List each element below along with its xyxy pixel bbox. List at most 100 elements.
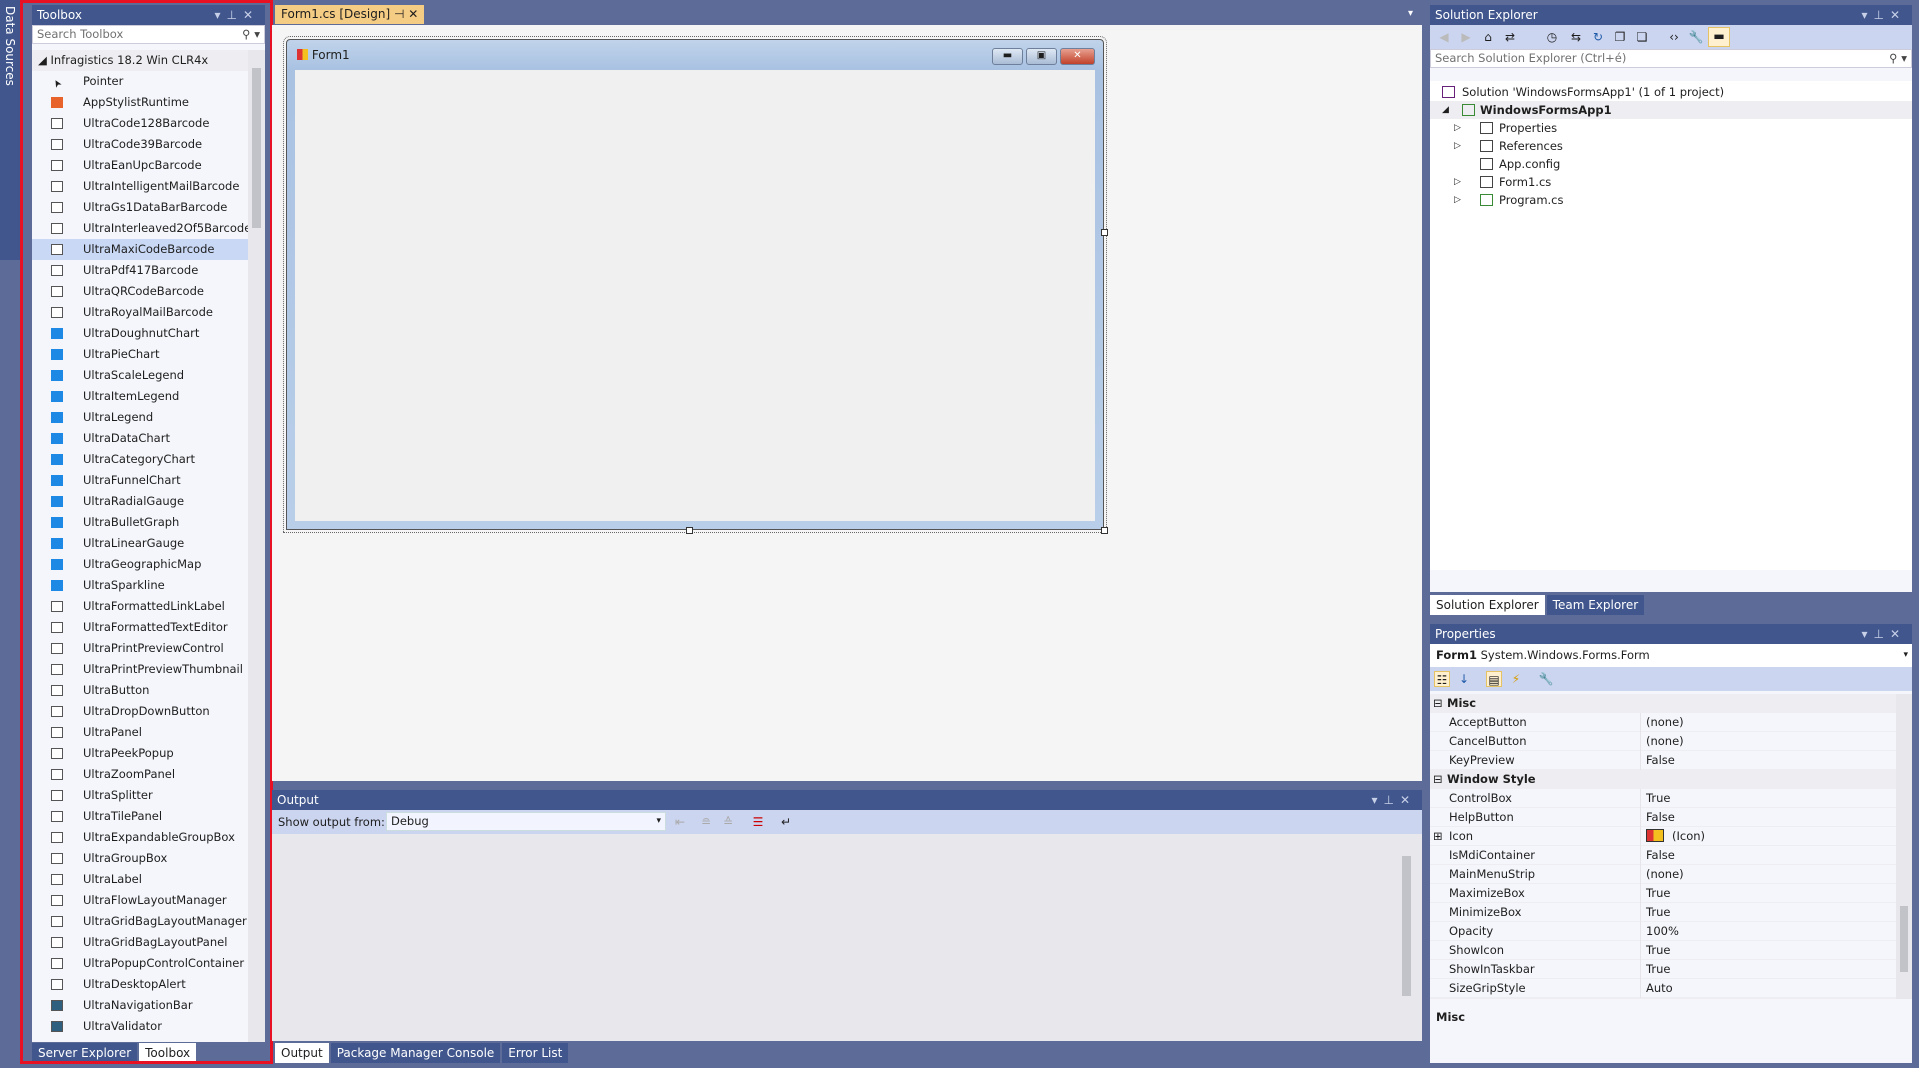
- collapsed-arrow-icon[interactable]: ▷: [1454, 173, 1461, 191]
- form-client-area[interactable]: [295, 70, 1095, 521]
- output-scrollbar[interactable]: [1400, 842, 1414, 1017]
- dropdown-icon[interactable]: ▾: [1861, 627, 1873, 641]
- tab-team-explorer[interactable]: Team Explorer: [1546, 595, 1645, 615]
- scroll-thumb[interactable]: [1402, 856, 1411, 996]
- property-value[interactable]: (none): [1640, 865, 1684, 884]
- property-value[interactable]: True: [1640, 789, 1670, 808]
- solution-search-input[interactable]: Search Solution Explorer (Ctrl+é) ⚲ ▾: [1430, 49, 1912, 68]
- scroll-thumb[interactable]: [1900, 906, 1908, 972]
- categorized-icon[interactable]: ☷: [1434, 671, 1450, 687]
- properties-view-icon[interactable]: ▤: [1486, 671, 1502, 687]
- output-source-select[interactable]: Debug ▾: [386, 812, 666, 831]
- collapsed-arrow-icon[interactable]: ▷: [1454, 137, 1461, 155]
- property-row[interactable]: ShowIcon True: [1430, 941, 1896, 960]
- expand-icon[interactable]: ⊞: [1433, 827, 1443, 846]
- property-row[interactable]: ControlBox True: [1430, 789, 1896, 808]
- property-row[interactable]: MinimizeBox True: [1430, 903, 1896, 922]
- preview-selected-icon[interactable]: ▬: [1708, 27, 1730, 47]
- property-row[interactable]: IsMdiContainer False: [1430, 846, 1896, 865]
- home-icon[interactable]: ⌂: [1480, 29, 1496, 45]
- find-message-icon[interactable]: ⇤: [672, 814, 688, 830]
- expanded-arrow-icon[interactable]: ◢: [1442, 101, 1449, 119]
- collapsed-arrow-icon[interactable]: ▷: [1454, 119, 1461, 137]
- property-row[interactable]: AcceptButton (none): [1430, 713, 1896, 732]
- properties-scrollbar[interactable]: [1896, 694, 1912, 999]
- property-row[interactable]: ShowInTaskbar True: [1430, 960, 1896, 979]
- tab-output[interactable]: Output: [275, 1043, 329, 1063]
- property-value[interactable]: True: [1640, 903, 1670, 922]
- property-pages-icon[interactable]: 🔧: [1538, 671, 1554, 687]
- search-icon[interactable]: ⚲ ▾: [1889, 50, 1907, 67]
- minimize-button[interactable]: ▬: [992, 48, 1023, 65]
- property-value[interactable]: False: [1640, 808, 1675, 827]
- tab-overflow-icon[interactable]: ▾: [1408, 8, 1413, 19]
- property-value[interactable]: False: [1640, 751, 1675, 770]
- data-sources-tab[interactable]: Data Sources: [0, 0, 20, 260]
- properties-wrench-icon[interactable]: 🔧: [1688, 29, 1704, 45]
- property-row[interactable]: KeyPreview False: [1430, 751, 1896, 770]
- next-message-icon[interactable]: ≙: [720, 814, 736, 830]
- collapsed-arrow-icon[interactable]: ▷: [1454, 191, 1461, 209]
- property-row[interactable]: ⊞ Icon (Icon): [1430, 827, 1896, 846]
- previous-message-icon[interactable]: ≘: [698, 814, 714, 830]
- pin-icon[interactable]: ⊥: [1873, 8, 1889, 22]
- forward-icon[interactable]: ▶: [1458, 29, 1474, 45]
- tab-error-list[interactable]: Error List: [502, 1043, 569, 1063]
- switch-views-icon[interactable]: ⇄: [1502, 29, 1518, 45]
- close-icon[interactable]: ✕: [1890, 8, 1906, 22]
- property-value[interactable]: (Icon): [1640, 827, 1705, 846]
- close-tab-icon[interactable]: ✕: [408, 7, 418, 21]
- pin-icon[interactable]: ⊣: [394, 7, 404, 21]
- property-value[interactable]: True: [1640, 960, 1670, 979]
- collapse-icon[interactable]: ⊟: [1433, 770, 1443, 789]
- object-selector[interactable]: Form1 System.Windows.Forms.Form ▾: [1430, 644, 1912, 667]
- sync-icon[interactable]: ⇆: [1568, 29, 1584, 45]
- tab-form1-design[interactable]: Form1.cs [Design] ⊣ ✕: [275, 5, 425, 24]
- dropdown-icon[interactable]: ▾: [1861, 8, 1873, 22]
- property-row[interactable]: MaximizeBox True: [1430, 884, 1896, 903]
- tree-node[interactable]: App.config: [1430, 155, 1912, 173]
- property-category[interactable]: ⊟ Misc: [1430, 694, 1896, 713]
- tree-node[interactable]: ▷ Program.cs: [1430, 191, 1912, 209]
- tab-solution-explorer[interactable]: Solution Explorer: [1430, 595, 1545, 615]
- property-value[interactable]: False: [1640, 846, 1675, 865]
- maximize-button[interactable]: ▣: [1026, 48, 1057, 65]
- alphabetical-icon[interactable]: ↓: [1456, 671, 1472, 687]
- pin-icon[interactable]: ⊥: [1383, 793, 1399, 807]
- property-value[interactable]: True: [1640, 941, 1670, 960]
- property-category[interactable]: ⊟ Window Style: [1430, 770, 1896, 789]
- property-value[interactable]: 100%: [1640, 922, 1679, 941]
- collapse-all-icon[interactable]: ❐: [1612, 29, 1628, 45]
- property-row[interactable]: MainMenuStrip (none): [1430, 865, 1896, 884]
- tree-node[interactable]: ▷ Form1.cs: [1430, 173, 1912, 191]
- refresh-icon[interactable]: ↻: [1590, 29, 1606, 45]
- tree-node[interactable]: ◢ WindowsFormsApp1: [1430, 101, 1912, 119]
- back-icon[interactable]: ◀: [1436, 29, 1452, 45]
- close-icon[interactable]: ✕: [1400, 793, 1416, 807]
- property-row[interactable]: SizeGripStyle Auto: [1430, 979, 1896, 998]
- tree-node[interactable]: ▷ References: [1430, 137, 1912, 155]
- form1-window[interactable]: Form1 ▬ ▣ ✕: [283, 36, 1107, 533]
- resize-handle-right[interactable]: [1101, 229, 1108, 236]
- collapse-icon[interactable]: ⊟: [1433, 694, 1443, 713]
- show-all-files-icon[interactable]: ❏: [1634, 29, 1650, 45]
- tree-node[interactable]: ▷ Properties: [1430, 119, 1912, 137]
- clear-all-icon[interactable]: ☰: [750, 814, 766, 830]
- resize-handle-bottom[interactable]: [686, 527, 693, 534]
- pending-changes-icon[interactable]: ◷: [1544, 29, 1560, 45]
- tree-node[interactable]: Solution 'WindowsFormsApp1' (1 of 1 proj…: [1430, 83, 1912, 101]
- view-code-icon[interactable]: ‹›: [1666, 29, 1682, 45]
- property-value[interactable]: True: [1640, 884, 1670, 903]
- property-row[interactable]: HelpButton False: [1430, 808, 1896, 827]
- close-button[interactable]: ✕: [1060, 48, 1095, 65]
- close-icon[interactable]: ✕: [1890, 627, 1906, 641]
- property-row[interactable]: Opacity 100%: [1430, 922, 1896, 941]
- property-value[interactable]: (none): [1640, 713, 1684, 732]
- property-value[interactable]: (none): [1640, 732, 1684, 751]
- resize-handle-corner[interactable]: [1101, 527, 1108, 534]
- property-value[interactable]: Auto: [1640, 979, 1673, 998]
- events-icon[interactable]: ⚡: [1508, 671, 1524, 687]
- tab-package-manager-console[interactable]: Package Manager Console: [330, 1043, 501, 1063]
- pin-icon[interactable]: ⊥: [1873, 627, 1889, 641]
- word-wrap-icon[interactable]: ↵: [778, 814, 794, 830]
